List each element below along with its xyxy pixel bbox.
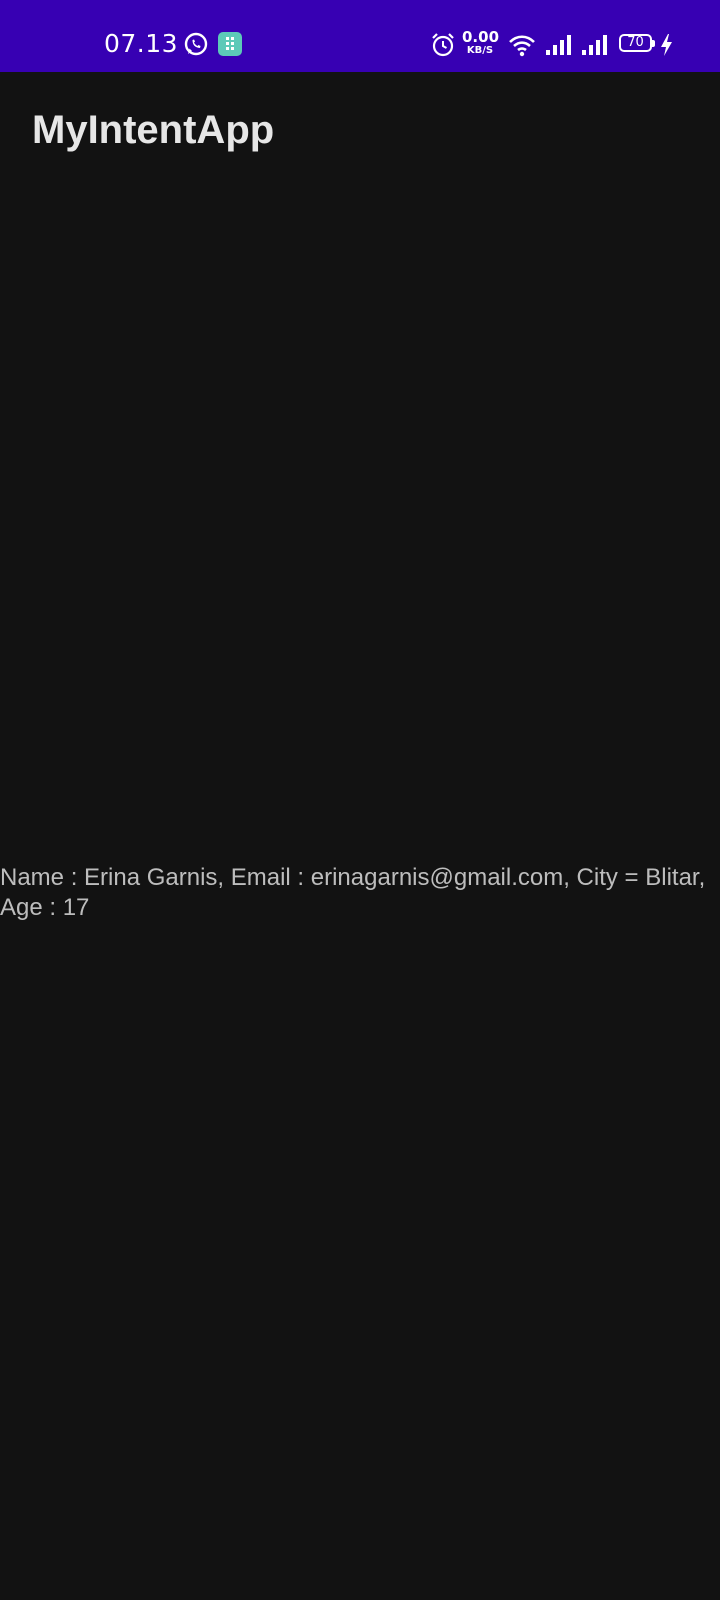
network-speed-value: 0.00 — [462, 28, 500, 46]
battery-icon: 70 — [619, 34, 655, 52]
signal-icon — [580, 30, 608, 60]
wifi-icon — [508, 30, 536, 60]
alarm-icon — [430, 30, 456, 60]
app-notification-icon — [217, 31, 243, 57]
received-data-text: Name : Erina Garnis, Email : erinagarnis… — [0, 864, 706, 921]
battery-level: 70 — [627, 35, 644, 50]
whatsapp-icon — [183, 31, 209, 57]
app-title: MyIntentApp — [32, 108, 275, 152]
network-speed-unit: KB/S — [466, 45, 494, 56]
status-clock: 07.13 — [104, 29, 179, 58]
charging-icon — [659, 30, 675, 60]
network-speed-indicator: 0.00 KB/S — [462, 28, 500, 57]
status-bar: 07.13 0.00 KB/S 70 — [0, 0, 720, 72]
signal-icon — [544, 30, 572, 60]
